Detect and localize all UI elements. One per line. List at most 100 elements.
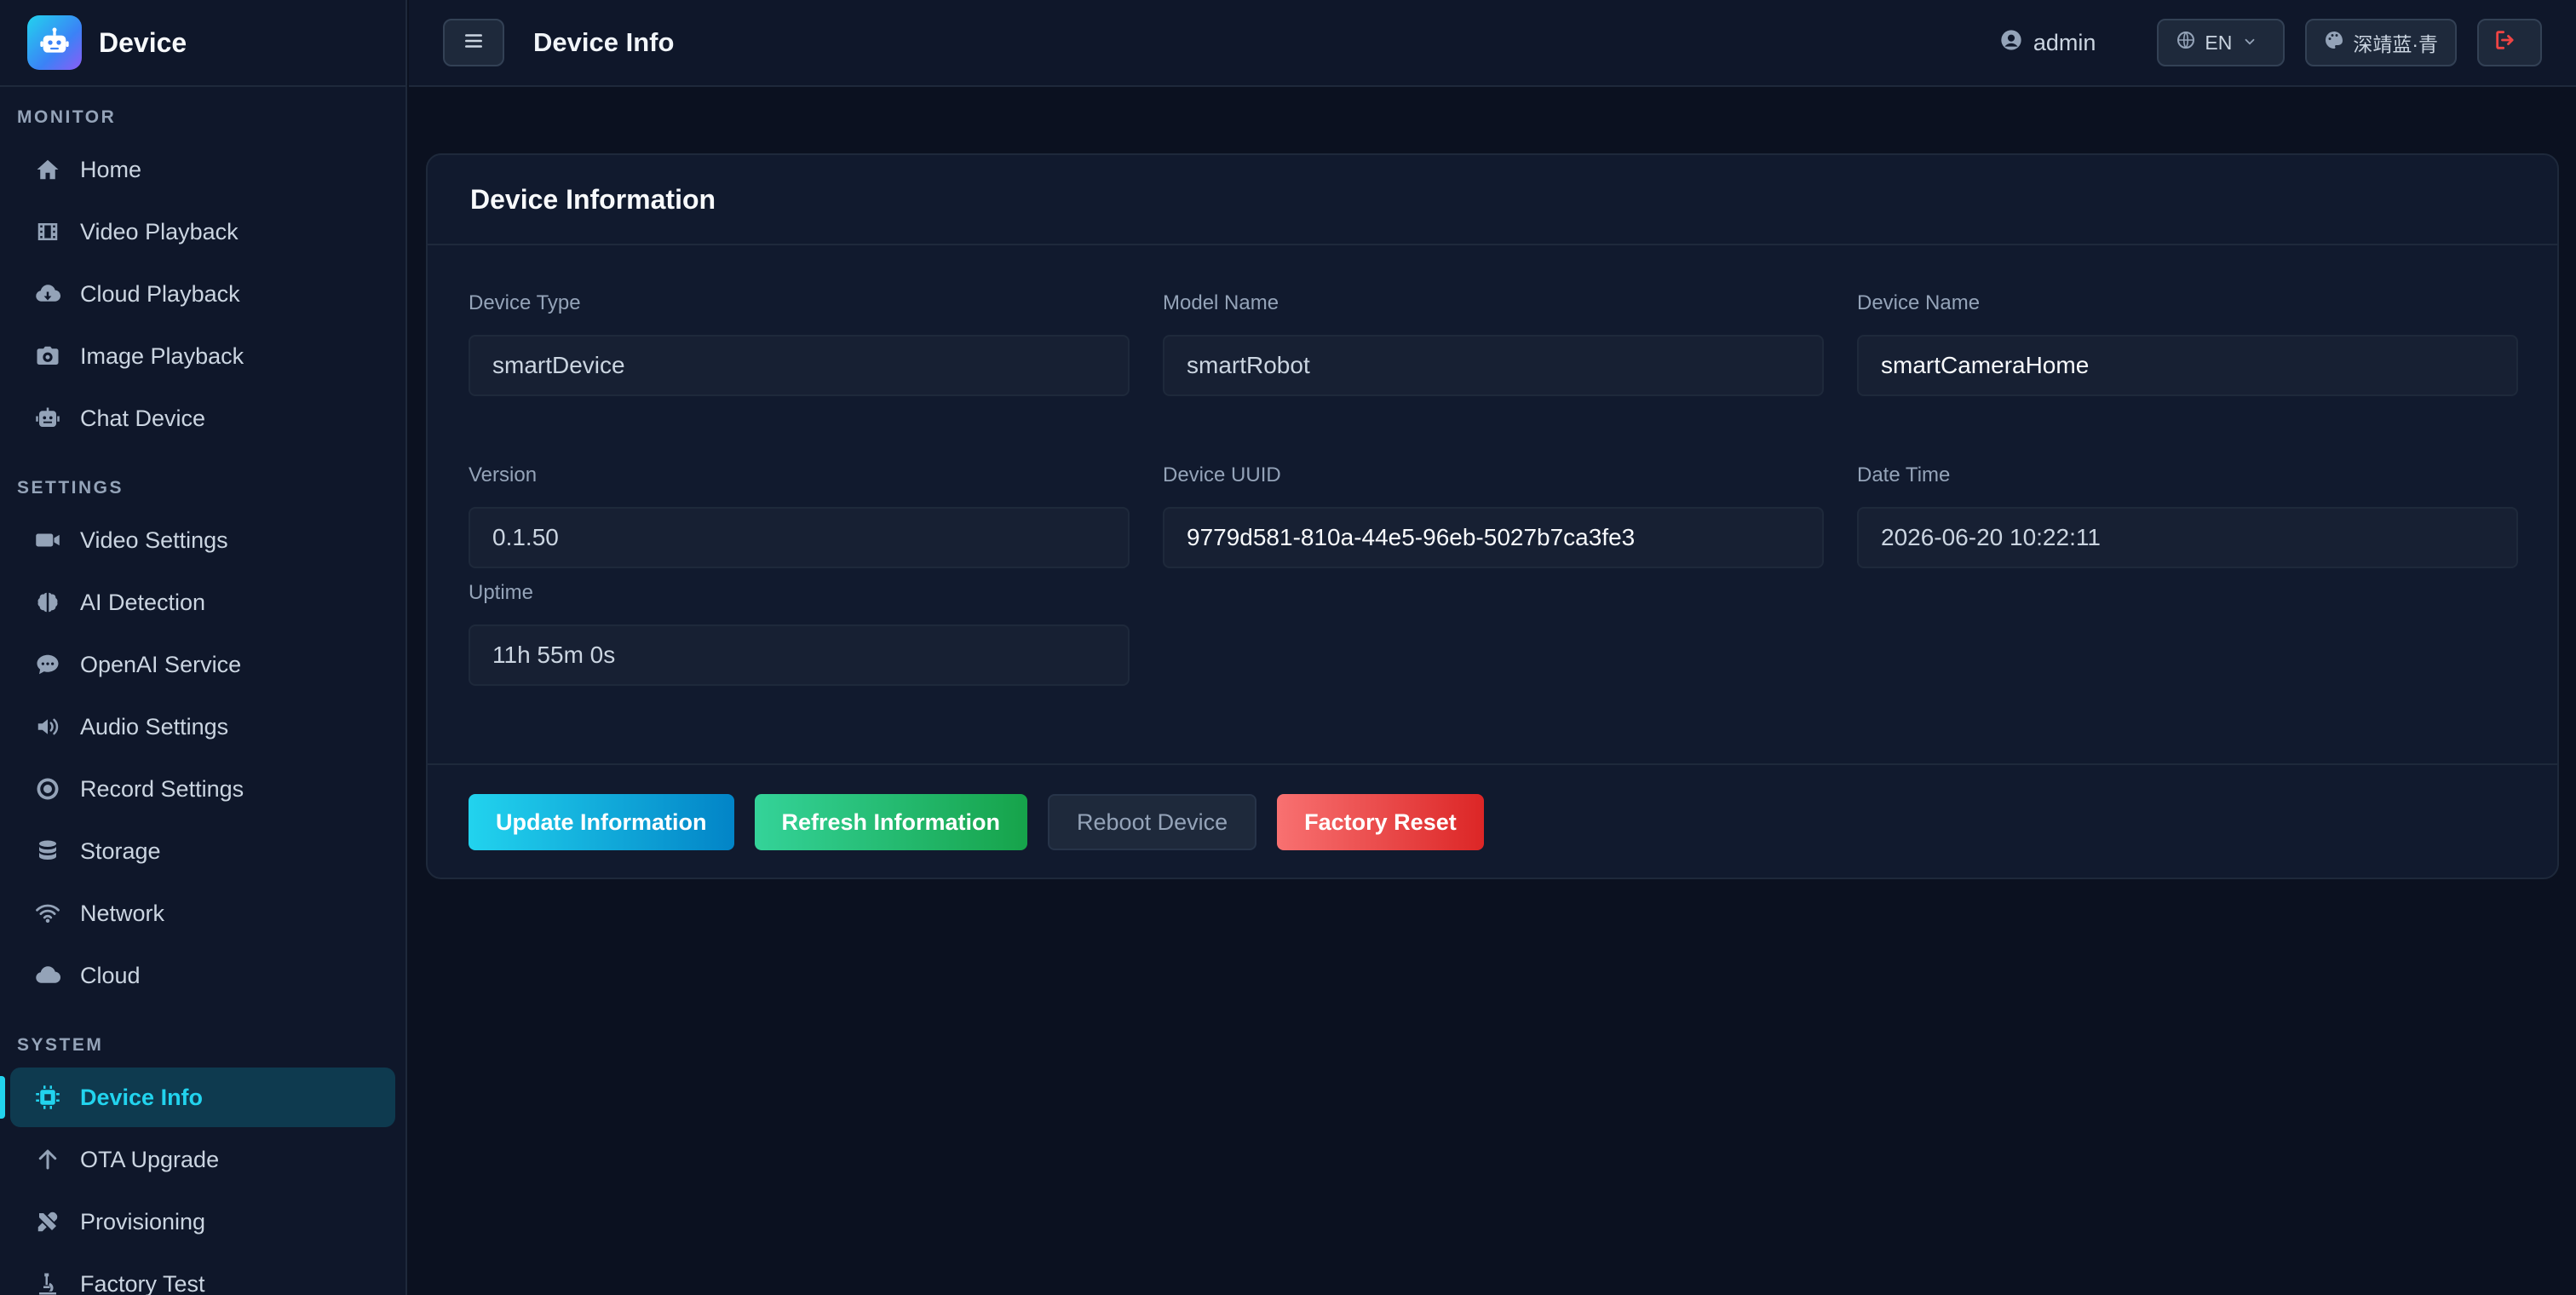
update-information-button[interactable]: Update Information bbox=[469, 794, 734, 850]
device-uuid-field[interactable]: 9779d581-810a-44e5-96eb-5027b7ca3fe3 bbox=[1163, 507, 1824, 568]
sidebar-item-ota-upgrade[interactable]: OTA Upgrade bbox=[10, 1130, 395, 1189]
device-name-field-group: Device Name smartCameraHome bbox=[1857, 289, 2518, 396]
app: Device MONITOR Home Video Playback Cloud… bbox=[0, 0, 2576, 1295]
sidebar-item-label: Image Playback bbox=[80, 342, 244, 369]
device-name-label: Device Name bbox=[1857, 291, 1981, 314]
date-time-field[interactable]: 2026-06-20 10:22:11 bbox=[1857, 507, 2518, 568]
user-circle-icon bbox=[1999, 28, 2033, 58]
microscope-icon bbox=[34, 1270, 61, 1295]
device-uuid-label: Device UUID bbox=[1163, 463, 1281, 486]
cloud-download-icon bbox=[34, 280, 61, 308]
globe-icon bbox=[2176, 30, 2205, 55]
sidebar-item-cloud-playback[interactable]: Cloud Playback bbox=[10, 264, 395, 324]
model-name-field[interactable]: smartRobot bbox=[1163, 335, 1824, 396]
username: admin bbox=[2033, 29, 2096, 55]
robot-logo-icon bbox=[27, 15, 82, 70]
sidebar-item-chat-device[interactable]: Chat Device bbox=[10, 388, 395, 448]
uptime-field[interactable]: 11h 55m 0s bbox=[469, 624, 1130, 686]
sidebar-item-label: Factory Test bbox=[80, 1270, 205, 1295]
top-bar: Device Info admin EN 深靖蓝·青 bbox=[409, 0, 2576, 87]
arrow-up-icon bbox=[34, 1146, 61, 1173]
sidebar-item-label: Record Settings bbox=[80, 775, 244, 802]
device-name-field[interactable]: smartCameraHome bbox=[1857, 335, 2518, 396]
version-field[interactable]: 0.1.50 bbox=[469, 507, 1130, 568]
sidebar-item-video-settings[interactable]: Video Settings bbox=[10, 510, 395, 570]
card-actions: Update Information Refresh Information R… bbox=[428, 763, 2557, 879]
sidebar: Device MONITOR Home Video Playback Cloud… bbox=[0, 0, 407, 1295]
cloud-icon bbox=[34, 962, 61, 989]
device-type-label: Device Type bbox=[469, 291, 581, 314]
reboot-device-button[interactable]: Reboot Device bbox=[1048, 794, 1257, 850]
model-name-field-group: Model Name smartRobot bbox=[1163, 289, 1824, 396]
sidebar-item-label: Home bbox=[80, 156, 142, 182]
theme-select[interactable]: 深靖蓝·青 bbox=[2305, 19, 2457, 66]
sidebar-item-label: Storage bbox=[80, 837, 161, 864]
sidebar-item-storage[interactable]: Storage bbox=[10, 821, 395, 881]
sidebar-item-factory-test[interactable]: Factory Test bbox=[10, 1254, 395, 1295]
sidebar-item-label: Network bbox=[80, 900, 165, 926]
card-title: Device Information bbox=[428, 155, 2557, 245]
film-icon bbox=[34, 218, 61, 245]
nav-section-monitor: MONITOR bbox=[17, 107, 117, 127]
factory-reset-button[interactable]: Factory Reset bbox=[1277, 794, 1484, 850]
sidebar-item-device-info[interactable]: Device Info bbox=[0, 1068, 395, 1127]
sidebar-item-ai-detection[interactable]: AI Detection bbox=[10, 573, 395, 632]
menu-toggle-button[interactable] bbox=[443, 19, 504, 66]
refresh-information-button[interactable]: Refresh Information bbox=[754, 794, 1028, 850]
camera-icon bbox=[34, 342, 61, 370]
uptime-field-group: Uptime 11h 55m 0s bbox=[469, 578, 1130, 686]
sidebar-item-label: AI Detection bbox=[80, 589, 206, 615]
sidebar-item-image-playback[interactable]: Image Playback bbox=[10, 326, 395, 386]
nav-section-system: SYSTEM bbox=[17, 1035, 104, 1055]
date-time-label: Date Time bbox=[1857, 463, 1951, 486]
home-icon bbox=[34, 156, 61, 183]
sidebar-item-label: OTA Upgrade bbox=[80, 1146, 220, 1172]
brand-title: Device bbox=[99, 26, 187, 58]
device-type-field-group: Device Type smartDevice bbox=[469, 289, 1130, 396]
palette-icon bbox=[2324, 30, 2353, 55]
device-uuid-field-group: Device UUID 9779d581-810a-44e5-96eb-5027… bbox=[1163, 461, 1824, 568]
robot-icon bbox=[34, 405, 61, 432]
logout-button[interactable] bbox=[2477, 19, 2542, 66]
logout-icon bbox=[2493, 28, 2526, 57]
model-name-label: Model Name bbox=[1163, 291, 1279, 314]
language-select[interactable]: EN bbox=[2157, 19, 2286, 66]
sidebar-item-label: Cloud Playback bbox=[80, 280, 240, 307]
device-type-field[interactable]: smartDevice bbox=[469, 335, 1130, 396]
sidebar-item-record-settings[interactable]: Record Settings bbox=[10, 759, 395, 819]
theme-label: 深靖蓝·青 bbox=[2353, 33, 2438, 55]
sidebar-item-label: Provisioning bbox=[80, 1208, 206, 1235]
chip-icon bbox=[34, 1084, 61, 1111]
version-field-group: Version 0.1.50 bbox=[469, 461, 1130, 568]
date-time-field-group: Date Time 2026-06-20 10:22:11 bbox=[1857, 461, 2518, 568]
user-menu[interactable]: admin bbox=[1999, 28, 2096, 58]
tools-icon bbox=[34, 1208, 61, 1235]
uptime-label: Uptime bbox=[469, 581, 534, 604]
language-label: EN bbox=[2205, 31, 2233, 54]
header-actions: admin EN 深靖蓝·青 bbox=[1999, 19, 2542, 66]
sidebar-item-label: Audio Settings bbox=[80, 713, 229, 740]
sidebar-item-provisioning[interactable]: Provisioning bbox=[10, 1192, 395, 1252]
version-label: Version bbox=[469, 463, 538, 486]
sidebar-item-label: Chat Device bbox=[80, 405, 206, 431]
sidebar-item-label: Device Info bbox=[80, 1084, 204, 1110]
sidebar-item-label: Cloud bbox=[80, 962, 141, 988]
chat-bubble-icon bbox=[34, 651, 61, 678]
sidebar-item-label: Video Playback bbox=[80, 218, 239, 245]
sidebar-item-label: Video Settings bbox=[80, 527, 228, 553]
brain-icon bbox=[34, 589, 61, 616]
video-camera-icon bbox=[34, 527, 61, 554]
brand: Device bbox=[0, 0, 405, 87]
sidebar-item-label: OpenAI Service bbox=[80, 651, 242, 677]
sidebar-item-openai-service[interactable]: OpenAI Service bbox=[10, 635, 395, 694]
sidebar-item-network[interactable]: Network bbox=[10, 883, 395, 943]
sidebar-item-audio-settings[interactable]: Audio Settings bbox=[10, 697, 395, 757]
nav-section-settings: SETTINGS bbox=[17, 478, 124, 498]
sidebar-item-video-playback[interactable]: Video Playback bbox=[10, 202, 395, 262]
hamburger-icon bbox=[463, 30, 485, 56]
sidebar-item-home[interactable]: Home bbox=[10, 140, 395, 199]
sidebar-item-cloud[interactable]: Cloud bbox=[10, 946, 395, 1005]
chevron-down-icon bbox=[2242, 32, 2266, 55]
record-icon bbox=[34, 775, 61, 803]
device-information-card: Device Information Device Type smartDevi… bbox=[426, 153, 2559, 879]
